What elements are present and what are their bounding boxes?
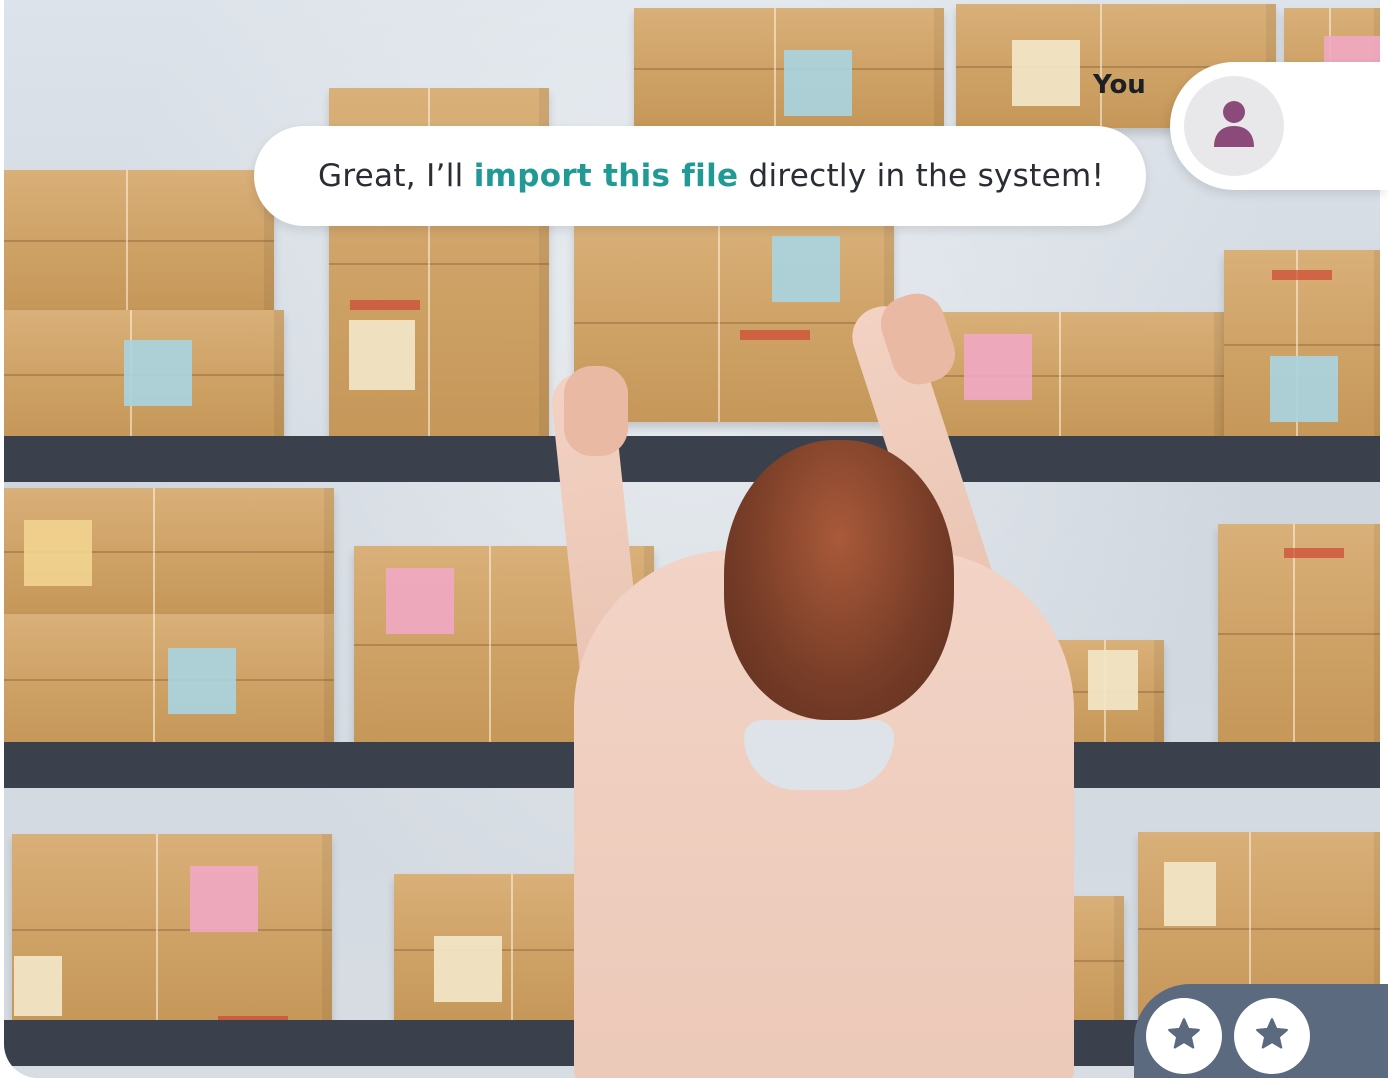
sender-label: You (1093, 70, 1146, 100)
message-prefix: Great, I’ll (318, 158, 474, 194)
avatar-tab (1170, 62, 1388, 190)
person (544, 286, 1104, 1078)
avatar[interactable] (1184, 76, 1284, 176)
star-button[interactable] (1146, 998, 1222, 1074)
chat-message-text: Great, I’ll import this file directly in… (318, 158, 1104, 194)
user-icon (1213, 100, 1255, 153)
message-highlight: import this file (473, 158, 739, 194)
star-icon (1254, 1017, 1290, 1056)
rating-tab (1134, 984, 1388, 1078)
star-button[interactable] (1234, 998, 1310, 1074)
chat-message-bubble: Great, I’ll import this file directly in… (254, 126, 1146, 226)
message-suffix: directly in the system! (738, 158, 1105, 194)
stage: Great, I’ll import this file directly in… (0, 0, 1388, 1078)
star-icon (1166, 1017, 1202, 1056)
